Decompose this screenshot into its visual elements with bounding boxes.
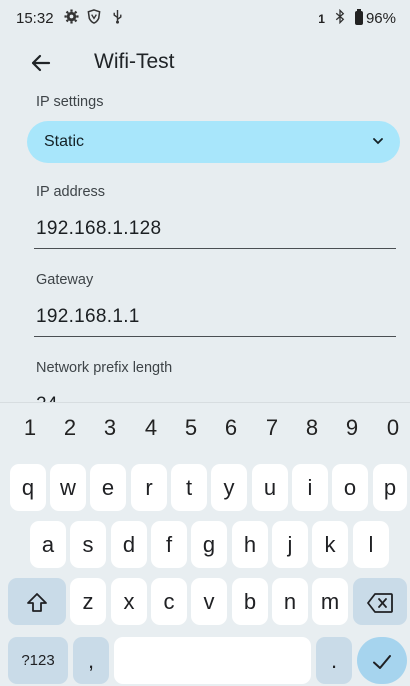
chevron-down-icon [373, 138, 383, 145]
shift-icon [27, 593, 47, 613]
ip-address-field[interactable]: 192.168.1.128 [34, 214, 396, 249]
key-q[interactable]: q [10, 464, 46, 511]
back-button[interactable] [24, 46, 58, 80]
key-n[interactable]: n [272, 578, 308, 625]
key-l[interactable]: l [353, 521, 389, 568]
key-b[interactable]: b [232, 578, 268, 625]
status-time: 15:32 [16, 10, 54, 27]
key-v[interactable]: v [191, 578, 227, 625]
ip-settings-form: IP settings Static IP address 192.168.1.… [0, 90, 410, 402]
key-a[interactable]: a [30, 521, 66, 568]
backspace-key[interactable] [353, 578, 407, 625]
app-bar: Wifi-Test [0, 36, 410, 90]
network-prefix-value: 24 [36, 394, 58, 402]
shift-key[interactable] [8, 578, 66, 625]
key-o[interactable]: o [332, 464, 368, 511]
status-right-group: 1 96% [318, 8, 396, 28]
key-f[interactable]: f [151, 521, 187, 568]
ip-address-label: IP address [36, 184, 106, 200]
key-z[interactable]: z [70, 578, 106, 625]
key-m[interactable]: m [312, 578, 348, 625]
key-w[interactable]: w [50, 464, 86, 511]
page-title: Wifi-Test [94, 50, 175, 73]
key-5[interactable]: 5 [171, 415, 211, 441]
key-x[interactable]: x [111, 578, 147, 625]
key-6[interactable]: 6 [211, 415, 251, 441]
key-4[interactable]: 4 [131, 415, 171, 441]
bluetooth-icon [335, 8, 345, 28]
gear-icon [64, 9, 79, 28]
gateway-value: 192.168.1.1 [36, 306, 140, 327]
key-y[interactable]: y [211, 464, 247, 511]
key-1[interactable]: 1 [10, 415, 50, 441]
backspace-icon [367, 593, 393, 614]
soft-keyboard: 1 2 3 4 5 6 7 8 9 0 q w e r t y u i o p … [0, 402, 410, 686]
key-2[interactable]: 2 [50, 415, 90, 441]
key-9[interactable]: 9 [332, 415, 372, 441]
key-k[interactable]: k [312, 521, 348, 568]
usb-icon [112, 9, 123, 28]
gateway-label: Gateway [36, 272, 94, 288]
key-0[interactable]: 0 [373, 415, 410, 441]
key-u[interactable]: u [252, 464, 288, 511]
key-7[interactable]: 7 [252, 415, 292, 441]
key-t[interactable]: t [171, 464, 207, 511]
network-prefix-label: Network prefix length [36, 360, 173, 376]
key-p[interactable]: p [373, 464, 407, 511]
gateway-field[interactable]: 192.168.1.1 [34, 302, 396, 337]
battery-icon [354, 9, 363, 25]
key-r[interactable]: r [131, 464, 167, 511]
key-g[interactable]: g [191, 521, 227, 568]
key-h[interactable]: h [232, 521, 268, 568]
shield-icon [87, 9, 101, 28]
enter-key[interactable] [357, 637, 407, 684]
checkmark-icon [373, 655, 391, 670]
notification-count: 1 [318, 11, 325, 26]
battery-percent: 96% [365, 10, 396, 27]
period-key[interactable]: . [316, 637, 352, 684]
key-i[interactable]: i [292, 464, 328, 511]
key-e[interactable]: e [90, 464, 126, 511]
key-s[interactable]: s [70, 521, 106, 568]
key-3[interactable]: 3 [90, 415, 130, 441]
key-c[interactable]: c [151, 578, 187, 625]
arrow-back-icon [31, 54, 51, 72]
key-8[interactable]: 8 [292, 415, 332, 441]
symbols-key[interactable]: ?123 [8, 637, 68, 684]
ip-settings-dropdown[interactable]: Static [27, 121, 400, 163]
ip-settings-selected-value: Static [44, 133, 85, 150]
space-bar[interactable] [114, 637, 311, 684]
key-d[interactable]: d [111, 521, 147, 568]
keyboard-number-row: 1 2 3 4 5 6 7 8 9 0 [0, 415, 410, 445]
comma-key[interactable]: , [73, 637, 109, 684]
status-bar: 15:32 1 96% [0, 0, 410, 36]
ip-address-value: 192.168.1.128 [36, 218, 162, 239]
key-j[interactable]: j [272, 521, 308, 568]
ip-settings-label: IP settings [36, 94, 104, 110]
network-prefix-field[interactable]: 24 [34, 390, 396, 402]
